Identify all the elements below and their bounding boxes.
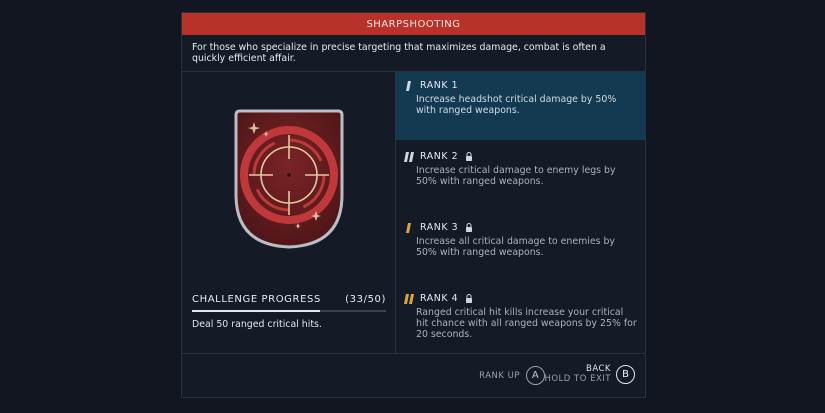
a-button-icon: A <box>526 366 545 385</box>
b-button-icon: B <box>616 365 635 384</box>
rank-description: Increase headshot critical damage by 50%… <box>416 94 617 116</box>
perk-left-column: CHALLENGE PROGRESS (33/50) Deal 50 range… <box>182 72 396 354</box>
lock-icon <box>466 223 473 232</box>
perk-panel: SHARPSHOOTING For those who specialize i… <box>181 12 646 398</box>
lock-icon <box>466 294 473 303</box>
rank-item-4[interactable]: RANK 4 Ranged critical hit kills increas… <box>396 285 646 353</box>
perk-description: For those who specialize in precise targ… <box>192 42 606 64</box>
hold-to-exit-label: HOLD TO EXIT <box>544 373 611 384</box>
rank-bar-icon <box>404 151 414 162</box>
rank-item-1[interactable]: RANK 1 Increase headshot critical damage… <box>396 72 646 140</box>
rank-bar-icon <box>406 222 411 233</box>
rank-item-2[interactable]: RANK 2 Increase critical damage to enemy… <box>396 143 646 211</box>
rank-label: RANK 4 <box>420 293 459 304</box>
back-button[interactable]: BACK HOLD TO EXIT B <box>544 364 635 384</box>
rank-label: RANK 1 <box>420 80 459 91</box>
perk-title-bar: SHARPSHOOTING <box>182 13 645 35</box>
challenge-description: Deal 50 ranged critical hits. <box>192 319 322 330</box>
challenge-progress-count: (33/50) <box>345 294 386 305</box>
rank-item-3[interactable]: RANK 3 Increase all critical damage to e… <box>396 214 646 282</box>
challenge-progress-fill <box>192 310 321 312</box>
rank-bar-icon <box>406 80 411 91</box>
perk-content: CHALLENGE PROGRESS (33/50) Deal 50 range… <box>182 71 646 354</box>
rank-description: Increase critical damage to enemy legs b… <box>416 165 616 187</box>
challenge-progress-header: CHALLENGE PROGRESS (33/50) <box>192 294 386 305</box>
rank-label: RANK 2 <box>420 151 459 162</box>
rank-label: RANK 3 <box>420 222 459 233</box>
challenge-progress-bar <box>192 310 386 312</box>
perk-title: SHARPSHOOTING <box>366 18 461 30</box>
challenge-progress-label: CHALLENGE PROGRESS <box>192 294 321 305</box>
rank-up-label: RANK UP <box>479 370 520 381</box>
crosshair-icon <box>240 126 338 224</box>
rank-bar-icon <box>404 293 414 304</box>
sharpshooting-badge <box>234 109 344 249</box>
rank-description: Ranged critical hit kills increase your … <box>416 307 637 340</box>
perk-footer: RANK UP A BACK HOLD TO EXIT B <box>182 353 645 397</box>
rank-up-button[interactable]: RANK UP A <box>479 366 545 385</box>
rank-list: RANK 1 Increase headshot critical damage… <box>396 72 646 354</box>
rank-description: Increase all critical damage to enemies … <box>416 236 615 258</box>
lock-icon <box>466 152 473 161</box>
